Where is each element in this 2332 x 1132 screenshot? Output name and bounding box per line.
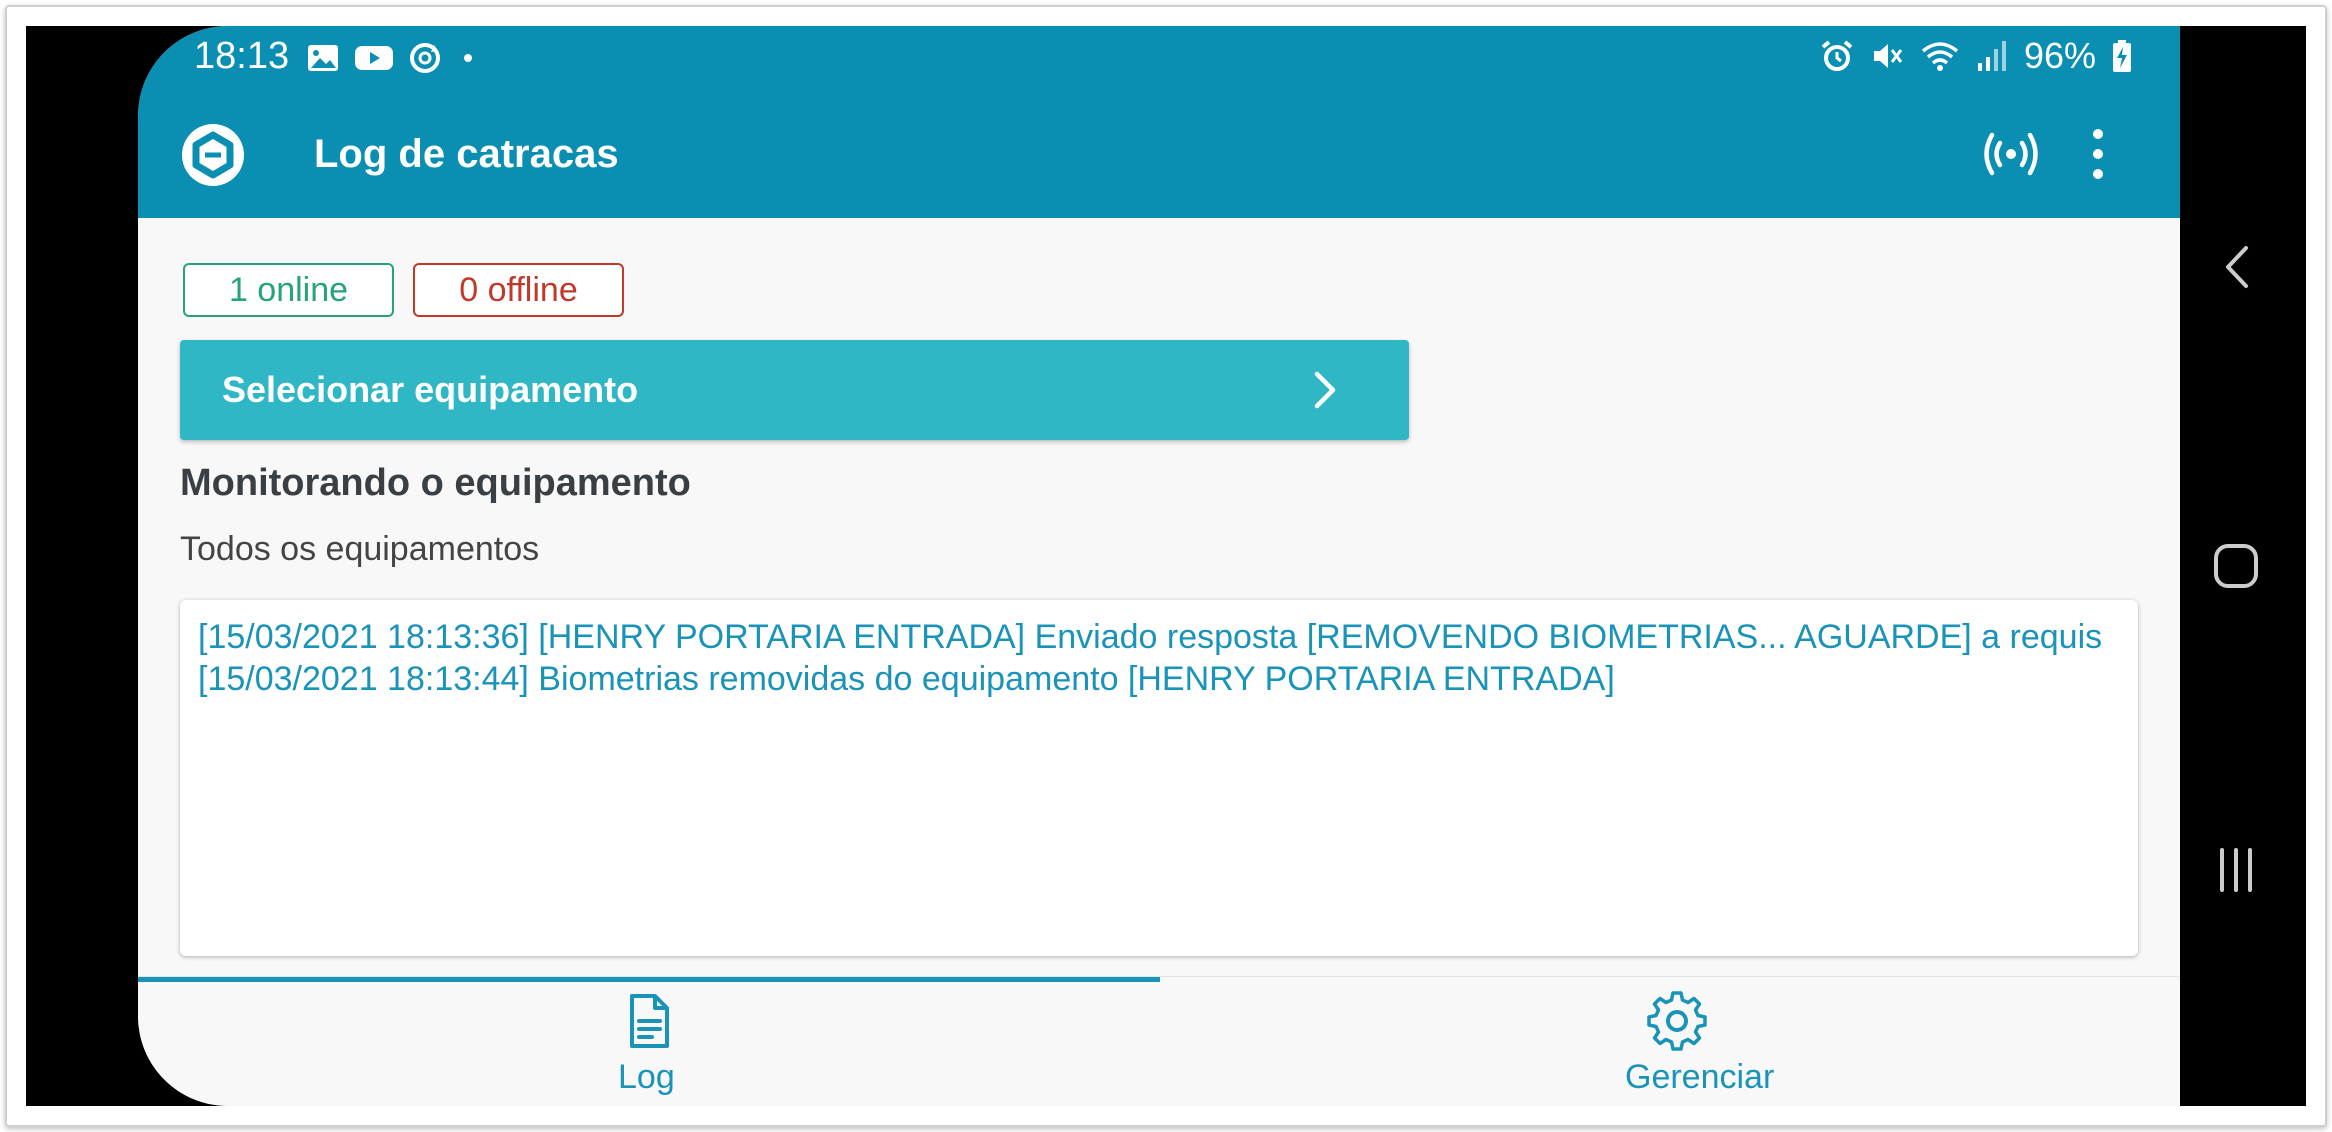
log-lines: [15/03/2021 18:13:36] [HENRY PORTARIA EN…	[198, 616, 2138, 700]
tab-log-label: Log	[618, 1058, 675, 1096]
log-line: [15/03/2021 18:13:36] [HENRY PORTARIA EN…	[198, 618, 2103, 656]
monitor-subtitle: Todos os equipamentos	[180, 530, 540, 568]
tab-gerenciar[interactable]: Gerenciar	[1159, 977, 2180, 1106]
select-equipment-label: Selecionar equipamento	[222, 369, 639, 410]
battery-charging-icon	[2113, 40, 2131, 72]
status-bar: 18:13 96%	[138, 26, 2180, 90]
document-icon	[630, 994, 669, 1048]
status-notification-icons	[306, 40, 480, 76]
signal-icon	[1977, 41, 2006, 71]
online-badge: 1 online	[183, 263, 394, 317]
battery-percentage: 96%	[2023, 35, 2096, 76]
system-navigation-bar	[2180, 26, 2306, 1106]
mute-icon	[1873, 44, 1903, 68]
app-title: Log de catracas	[314, 132, 619, 176]
tab-gerenciar-label: Gerenciar	[1625, 1058, 1775, 1096]
offline-badge: 0 offline	[413, 263, 624, 317]
bottom-navigation: Log Gerenciar	[138, 976, 2180, 1106]
gear-icon	[1647, 991, 1707, 1051]
tab-log[interactable]: Log	[138, 977, 1159, 1106]
alarm-icon	[1821, 40, 1853, 71]
image-icon	[308, 45, 338, 71]
monitor-title: Monitorando o equipamento	[180, 462, 691, 504]
broadcast-icon[interactable]	[1981, 126, 2041, 182]
chevron-right-icon	[1314, 371, 1336, 409]
log-panel[interactable]: [15/03/2021 18:13:36] [HENRY PORTARIA EN…	[180, 600, 2138, 956]
youtube-icon	[355, 46, 393, 70]
home-icon[interactable]	[2212, 542, 2260, 590]
app-logo-icon	[182, 124, 244, 186]
back-icon[interactable]	[2216, 242, 2256, 292]
app-bar: Log de catracas	[138, 90, 2180, 218]
more-vert-icon[interactable]	[2086, 126, 2110, 182]
status-time: 18:13	[194, 35, 290, 77]
status-system-icons: 96%	[1820, 34, 2132, 78]
device: 18:13 96% Log de catracas 1 online 0 off…	[26, 26, 2306, 1106]
sync-icon	[410, 43, 440, 73]
wifi-icon	[1921, 42, 1959, 71]
log-line: [15/03/2021 18:13:44] Biometrias removid…	[198, 660, 1615, 698]
dot-icon	[464, 54, 472, 62]
app-screen: 18:13 96% Log de catracas 1 online 0 off…	[138, 26, 2180, 1106]
select-equipment-button[interactable]: Selecionar equipamento	[180, 340, 1409, 440]
recents-icon[interactable]	[2212, 846, 2260, 894]
